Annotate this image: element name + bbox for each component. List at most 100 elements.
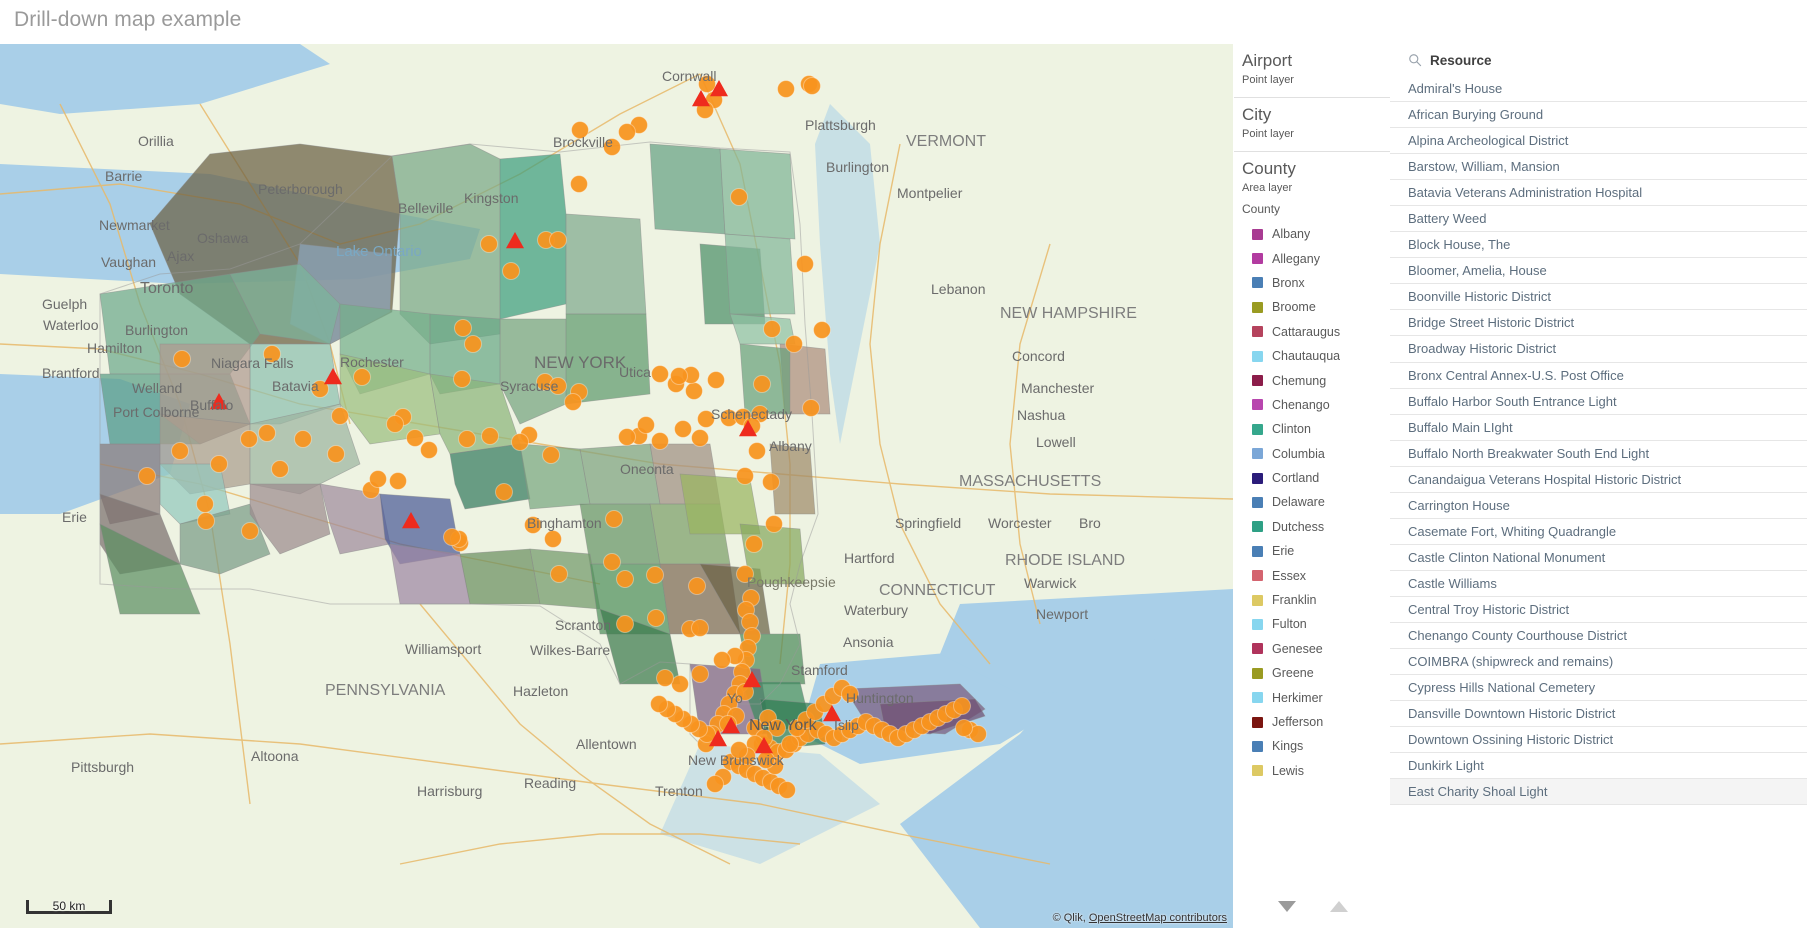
city-point-marker[interactable] <box>688 577 706 595</box>
legend-item[interactable]: Broome <box>1242 295 1382 319</box>
resource-list-item[interactable]: Dunkirk Light <box>1390 753 1807 780</box>
openstreetmap-link[interactable]: OpenStreetMap contributors <box>1089 912 1227 924</box>
city-point-marker[interactable] <box>777 80 795 98</box>
city-point-marker[interactable] <box>685 382 703 400</box>
city-point-marker[interactable] <box>670 367 688 385</box>
city-point-marker[interactable] <box>803 77 821 95</box>
legend-layer-city[interactable]: City Point layer <box>1234 98 1390 152</box>
county-area[interactable] <box>459 548 541 605</box>
legend-item[interactable]: Essex <box>1242 563 1382 587</box>
resource-list-item[interactable]: Bronx Central Annex-U.S. Post Office <box>1390 362 1807 389</box>
resource-list-item[interactable]: Admiral's House <box>1390 76 1807 103</box>
city-point-marker[interactable] <box>464 335 482 353</box>
resource-list-item[interactable]: Barstow, William, Mansion <box>1390 154 1807 181</box>
city-point-marker[interactable] <box>171 442 189 460</box>
city-point-marker[interactable] <box>691 429 709 447</box>
city-point-marker[interactable] <box>240 430 258 448</box>
city-point-marker[interactable] <box>763 320 781 338</box>
resource-list-item[interactable]: Canandaigua Veterans Hospital Historic D… <box>1390 466 1807 493</box>
city-point-marker[interactable] <box>765 515 783 533</box>
legend-item[interactable]: Columbia <box>1242 442 1382 466</box>
legend-item[interactable]: Franklin <box>1242 588 1382 612</box>
resource-list[interactable]: Admiral's House African Burying Ground Alp… <box>1390 76 1807 806</box>
city-point-marker[interactable] <box>651 432 669 450</box>
resource-list-item[interactable]: COIMBRA (shipwreck and remains) <box>1390 649 1807 676</box>
legend-item[interactable]: Chautauqua <box>1242 344 1382 368</box>
city-point-marker[interactable] <box>616 570 634 588</box>
city-point-marker[interactable] <box>656 669 674 687</box>
resource-list-item[interactable]: Downtown Ossining Historic District <box>1390 727 1807 754</box>
city-point-marker[interactable] <box>706 775 724 793</box>
city-point-marker[interactable] <box>796 255 814 273</box>
city-point-marker[interactable] <box>294 430 312 448</box>
resource-filter-panel[interactable]: Resource Admiral's House African Burying … <box>1390 44 1807 928</box>
map-canvas[interactable]: Orillia Barrie Peterborough Newmarket Oshawa… <box>0 44 1233 928</box>
resource-list-item[interactable]: Chenango County Courthouse District <box>1390 622 1807 650</box>
city-point-marker[interactable] <box>271 460 289 478</box>
resource-list-item[interactable]: Dansville Downtown Historic District <box>1390 701 1807 728</box>
city-point-marker[interactable] <box>544 530 562 548</box>
city-point-marker[interactable] <box>730 188 748 206</box>
resource-list-item[interactable]: Castle Clinton National Monument <box>1390 544 1807 571</box>
city-point-marker[interactable] <box>651 365 669 383</box>
city-point-marker[interactable] <box>616 615 634 633</box>
city-point-marker[interactable] <box>753 375 771 393</box>
city-point-marker[interactable] <box>647 609 665 627</box>
city-point-marker[interactable] <box>570 175 588 193</box>
city-point-marker[interactable] <box>258 424 276 442</box>
city-point-marker[interactable] <box>389 472 407 490</box>
city-point-marker[interactable] <box>480 235 498 253</box>
city-point-marker[interactable] <box>542 446 560 464</box>
city-point-marker[interactable] <box>196 495 214 513</box>
city-point-marker[interactable] <box>637 416 655 434</box>
city-point-marker[interactable] <box>353 368 371 386</box>
triangle-down-icon[interactable] <box>1277 900 1296 912</box>
city-point-marker[interactable] <box>550 565 568 583</box>
resource-list-item[interactable]: Battery Weed <box>1390 206 1807 233</box>
city-point-marker[interactable] <box>813 321 831 339</box>
city-point-marker[interactable] <box>707 371 725 389</box>
city-point-marker[interactable] <box>549 231 567 249</box>
city-point-marker[interactable] <box>745 535 763 553</box>
city-point-marker[interactable] <box>173 350 191 368</box>
triangle-up-icon[interactable] <box>1329 900 1348 912</box>
county-area[interactable] <box>449 443 531 510</box>
county-area[interactable] <box>649 143 726 235</box>
city-point-marker[interactable] <box>502 262 520 280</box>
resource-list-item[interactable]: Bridge Street Historic District <box>1390 310 1807 337</box>
city-point-marker[interactable] <box>646 566 664 584</box>
legend-item[interactable]: Bronx <box>1242 271 1382 295</box>
resource-list-item[interactable]: Buffalo Main LIght <box>1390 414 1807 441</box>
legend-item[interactable]: Chemung <box>1242 368 1382 392</box>
city-point-marker[interactable] <box>671 675 689 693</box>
legend-item-list[interactable]: Albany Allegany Bronx Broome Cattaraugus Chau… <box>1242 220 1382 783</box>
city-point-marker[interactable] <box>650 695 668 713</box>
city-point-marker[interactable] <box>603 553 621 571</box>
resource-list-item[interactable]: Central Troy Historic District <box>1390 596 1807 623</box>
resource-list-item[interactable]: Boonville Historic District <box>1390 284 1807 311</box>
city-point-marker[interactable] <box>781 735 799 753</box>
legend-panel[interactable]: Airport Point layer City Point layer Cou… <box>1233 44 1390 928</box>
resource-list-item[interactable]: Alpina Archeological District <box>1390 128 1807 155</box>
resource-list-item[interactable]: Buffalo Harbor South Entrance Light <box>1390 388 1807 415</box>
city-point-marker[interactable] <box>736 467 754 485</box>
city-point-marker[interactable] <box>955 719 973 737</box>
city-point-marker[interactable] <box>454 319 472 337</box>
county-area[interactable] <box>724 233 796 315</box>
legend-item[interactable]: Clinton <box>1242 417 1382 441</box>
legend-item[interactable]: Cortland <box>1242 466 1382 490</box>
legend-item[interactable]: Dutchess <box>1242 515 1382 539</box>
legend-item[interactable]: Albany <box>1242 222 1382 246</box>
city-point-marker[interactable] <box>618 428 636 446</box>
legend-layer-airport[interactable]: Airport Point layer <box>1234 44 1390 98</box>
city-point-marker[interactable] <box>762 473 780 491</box>
map-container[interactable]: Orillia Barrie Peterborough Newmarket Oshawa… <box>0 44 1233 928</box>
resource-list-item[interactable]: Castle Williams <box>1390 570 1807 597</box>
city-point-marker[interactable] <box>691 619 709 637</box>
city-point-marker[interactable] <box>210 455 228 473</box>
legend-item[interactable]: Allegany <box>1242 246 1382 270</box>
resource-list-item[interactable]: Carrington House <box>1390 492 1807 519</box>
city-point-marker[interactable] <box>953 697 971 715</box>
city-point-marker[interactable] <box>495 483 513 501</box>
city-point-marker[interactable] <box>138 467 156 485</box>
